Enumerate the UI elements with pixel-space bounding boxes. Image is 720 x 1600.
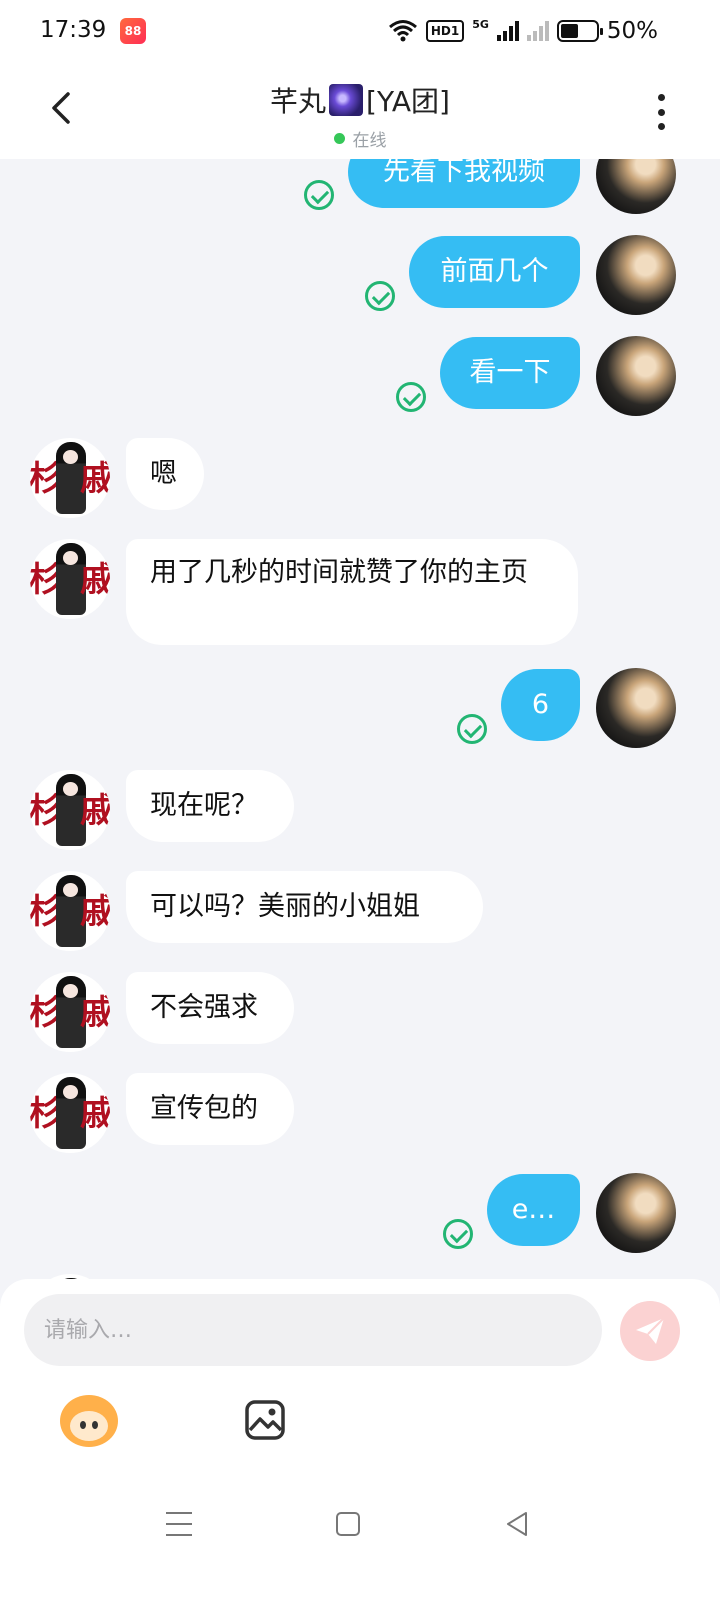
message-bubble[interactable]: 嗯: [126, 438, 204, 510]
contact-title-block[interactable]: 芊丸 [YA团] 在线: [0, 80, 720, 151]
contact-name-suffix: [YA团]: [366, 85, 450, 118]
emoji-icon[interactable]: [60, 1395, 118, 1447]
image-icon[interactable]: [244, 1399, 286, 1441]
signal-icon: [496, 21, 519, 41]
read-check-icon: [396, 382, 426, 412]
message-bubble[interactable]: 先看下我视频: [348, 159, 580, 208]
recent-apps-icon[interactable]: [166, 1512, 192, 1536]
contact-avatar[interactable]: 杉戚: [30, 539, 110, 619]
my-avatar[interactable]: [596, 668, 676, 748]
online-dot-icon: [333, 133, 345, 144]
contact-avatar[interactable]: 杉戚: [30, 972, 110, 1052]
message-input[interactable]: [24, 1294, 602, 1366]
contact-avatar[interactable]: 杉戚: [30, 770, 110, 850]
contact-name-prefix: 芊丸: [270, 85, 327, 118]
more-vertical-icon[interactable]: [642, 92, 680, 132]
system-nav-bar: [0, 1490, 720, 1600]
hd-icon: HD1: [425, 20, 465, 42]
message-bubble[interactable]: e…: [487, 1174, 580, 1246]
signal-weak-icon: [526, 21, 549, 41]
wifi-icon: [388, 20, 417, 42]
app-notification-icon: 88: [120, 18, 146, 44]
my-avatar[interactable]: [596, 159, 676, 214]
message-bubble[interactable]: 现在呢？: [126, 770, 294, 842]
galaxy-emoji-icon: [329, 84, 364, 116]
message-bubble[interactable]: 看一下: [440, 337, 580, 409]
status-time: 17:39: [40, 17, 107, 43]
my-avatar[interactable]: [596, 235, 676, 315]
battery-percent: 50%: [606, 18, 658, 44]
message-list[interactable]: 先看下我视频 前面几个 看一下 杉戚 嗯 杉戚 用了几秒的时间就赞了你的主页 6…: [0, 159, 720, 1279]
read-check-icon: [457, 714, 487, 744]
send-button[interactable]: [620, 1301, 680, 1361]
my-avatar[interactable]: [596, 1173, 676, 1253]
chat-header: 芊丸 [YA团] 在线: [0, 64, 720, 159]
contact-avatar[interactable]: 杉戚: [30, 871, 110, 951]
home-icon[interactable]: [336, 1512, 360, 1536]
system-back-icon[interactable]: [504, 1510, 530, 1538]
network-type: 5G: [472, 17, 489, 31]
online-status: 在线: [333, 126, 387, 151]
read-check-icon: [443, 1219, 473, 1249]
contact-name: 芊丸 [YA团]: [270, 80, 450, 120]
status-bar: 17:39 88 HD1 5G 50%: [0, 0, 720, 64]
send-icon: [636, 1317, 665, 1344]
message-bubble[interactable]: 前面几个: [409, 236, 580, 308]
read-check-icon: [365, 281, 395, 311]
message-bubble[interactable]: 不会强求: [126, 972, 294, 1044]
read-check-icon: [304, 180, 334, 210]
message-bubble[interactable]: 可以吗？美丽的小姐姐: [126, 871, 483, 943]
message-bubble[interactable]: 宣传包的: [126, 1073, 294, 1145]
message-bubble[interactable]: 6: [501, 669, 580, 741]
battery-icon: [556, 20, 603, 42]
status-indicators: HD1 5G 50%: [388, 16, 658, 46]
online-status-text: 在线: [352, 131, 387, 151]
contact-avatar[interactable]: 杉戚: [30, 438, 110, 518]
contact-avatar[interactable]: 杉戚: [30, 1073, 110, 1153]
message-bubble[interactable]: 用了几秒的时间就赞了你的主页: [126, 539, 578, 645]
my-avatar[interactable]: [596, 336, 676, 416]
